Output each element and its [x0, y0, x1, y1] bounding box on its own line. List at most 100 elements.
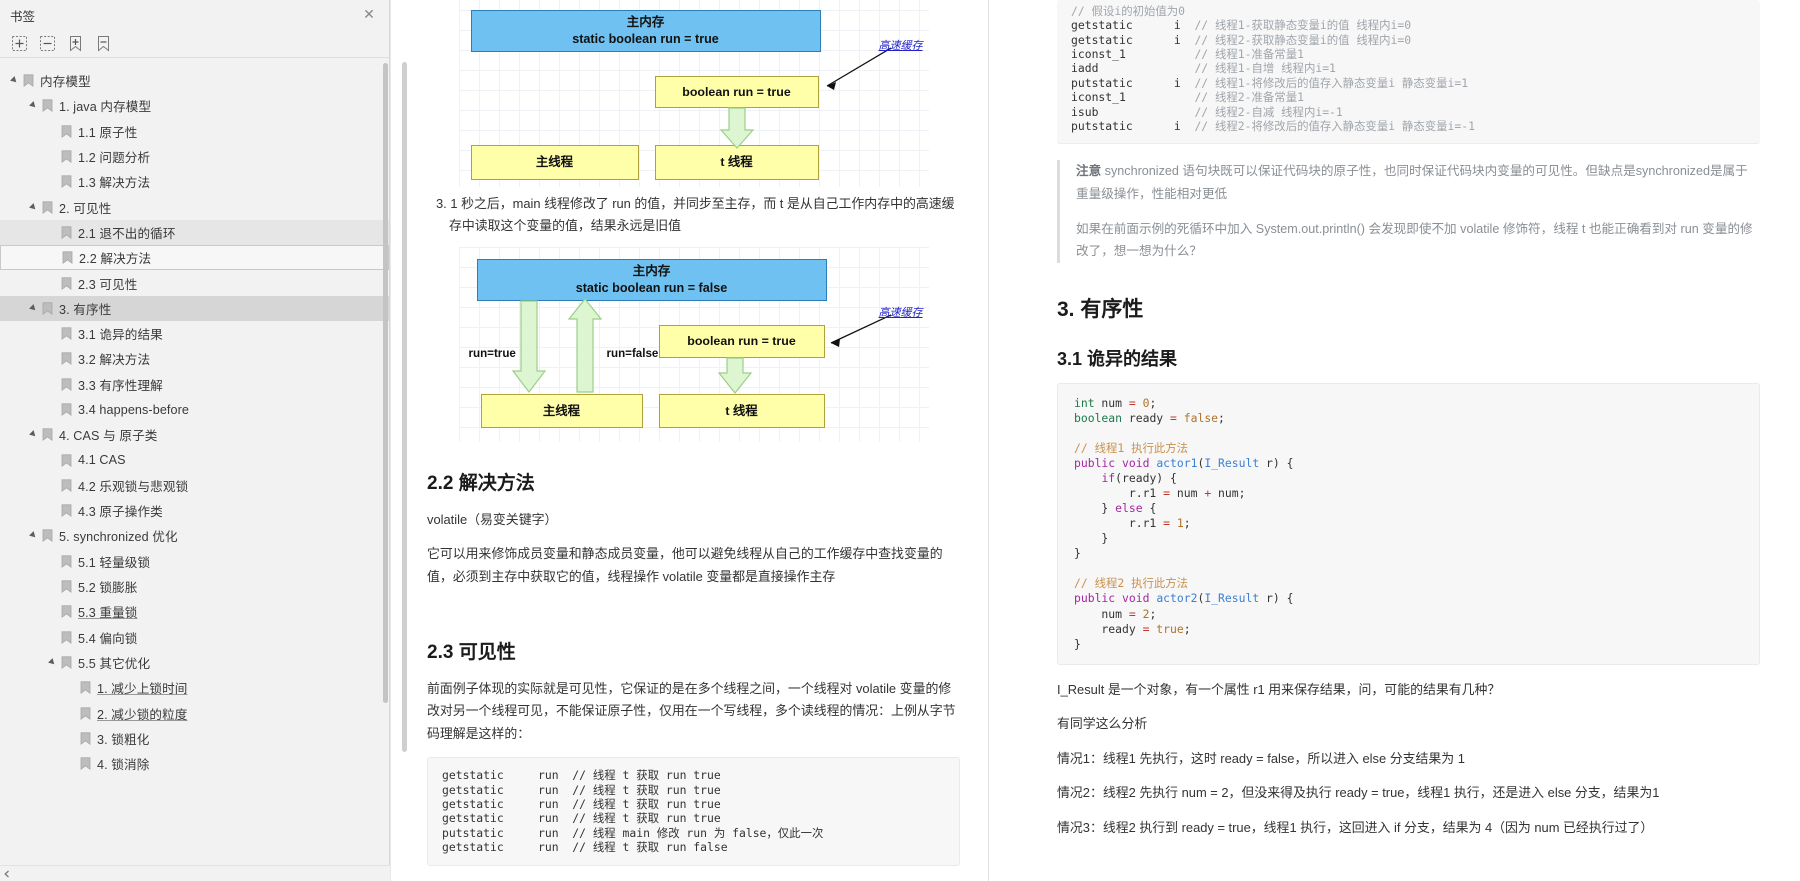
bookmark-item-label: 3.1 诡异的结果: [78, 328, 163, 343]
bookmark-icon: [60, 352, 73, 366]
bookmark-icon: [60, 225, 73, 239]
bookmark-item-label: 1. 减少上锁时间: [97, 682, 188, 697]
bookmark-item-6[interactable]: 2.1 退不出的循环: [0, 219, 389, 246]
bookmark-item-label: 5.4 偏向锁: [78, 631, 138, 646]
bookmark-item-8[interactable]: 2.3 可见性: [0, 270, 389, 295]
caret-spacer: [46, 454, 58, 466]
heading-3: 3. 有序性: [1057, 297, 1144, 321]
bookmark-item-25[interactable]: 2. 减少锁的粒度: [0, 700, 389, 725]
bookmark-item-22[interactable]: 5.4 偏向锁: [0, 625, 389, 650]
bookmark-item-label: 4. CAS 与 原子类: [59, 429, 158, 444]
expand-all-icon[interactable]: [8, 33, 30, 55]
diagram1-cache-label: 高速缓存: [878, 40, 923, 52]
paragraph-volatile: volatile（易变关键字）: [427, 511, 558, 527]
bookmark-item-2[interactable]: 1.1 原子性: [0, 119, 389, 144]
bookmark-icon: [41, 301, 54, 315]
bookmark-item-label: 3.2 解决方法: [78, 353, 151, 368]
heading-3-1: 3.1 诡异的结果: [1057, 348, 1178, 369]
caret-spacer: [46, 631, 58, 643]
paragraph-case-3: 情况3：线程2 执行到 ready = true，线程1 执行，这回进入 if …: [1057, 819, 1654, 835]
bookmark-item-14[interactable]: 4. CAS 与 原子类: [0, 422, 389, 447]
close-icon[interactable]: ✕: [361, 6, 377, 22]
collapse-all-icon[interactable]: [36, 33, 58, 55]
caret-spacer: [46, 581, 58, 593]
caret-spacer: [46, 378, 58, 390]
paragraph-volatile-desc: 它可以用来修饰成员变量和静态成员变量，他可以避免线程从自己的工作缓存中查找变量的…: [427, 546, 943, 585]
bookmark-item-15[interactable]: 4.1 CAS: [0, 447, 389, 472]
document-column-left: 主内存 static boolean run = true boolean ru…: [390, 0, 990, 881]
bookmark-item-24[interactable]: 1. 减少上锁时间: [0, 675, 389, 700]
bookmark-item-9[interactable]: 3. 有序性: [0, 295, 389, 321]
bookmark-item-label: 3. 有序性: [59, 302, 112, 317]
bookmark-item-10[interactable]: 3.1 诡异的结果: [0, 321, 389, 346]
bookmark-item-23[interactable]: 5.5 其它优化: [0, 650, 389, 675]
sidebar-toolbar: [0, 30, 389, 58]
bookmark-item-18[interactable]: 5. synchronized 优化: [0, 523, 389, 548]
bookmark-item-label: 2. 减少锁的粒度: [97, 707, 188, 722]
app-root: 书签 ✕ 内存模型 1. java 内存模型 1.1 原子性 1.2 问题分析 …: [0, 0, 1800, 881]
remove-bookmark-icon[interactable]: [92, 33, 114, 55]
bookmark-item-label: 2.3 可见性: [78, 277, 138, 292]
chevron-down-icon[interactable]: [27, 100, 39, 112]
bookmark-item-4[interactable]: 1.3 解决方法: [0, 169, 389, 194]
caret-spacer: [46, 505, 58, 517]
bookmark-item-label: 2.2 解决方法: [79, 252, 152, 267]
code-block-bytecode-top-right: // 假设i的初始值为0 getstatic i // 线程1-获取静态变量i的…: [1057, 0, 1760, 145]
bookmark-item-11[interactable]: 3.2 解决方法: [0, 346, 389, 371]
bookmark-icon: [41, 529, 54, 543]
bookmark-tree[interactable]: 内存模型 1. java 内存模型 1.1 原子性 1.2 问题分析 1.3 解决方法 2…: [0, 60, 389, 865]
diagram2-arrows: [511, 297, 891, 394]
add-bookmark-icon[interactable]: [64, 33, 86, 55]
bookmark-icon: [22, 74, 35, 88]
caret-spacer: [65, 682, 77, 694]
chevron-down-icon[interactable]: [8, 75, 20, 87]
bookmark-item-7[interactable]: 2.2 解决方法: [0, 245, 389, 271]
bookmark-item-label: 1.2 问题分析: [78, 151, 151, 166]
chevron-down-icon[interactable]: [27, 201, 39, 213]
bookmark-item-label: 1.1 原子性: [78, 125, 138, 140]
bookmark-item-label: 4. 锁消除: [97, 758, 150, 773]
bookmark-icon: [60, 377, 73, 391]
bookmark-icon: [41, 428, 54, 442]
bookmark-icon: [60, 605, 73, 619]
chevron-down-icon[interactable]: [27, 302, 39, 314]
caret-spacer: [46, 151, 58, 163]
sidebar-horizontal-scrollbar[interactable]: [0, 865, 390, 881]
bookmark-item-17[interactable]: 4.3 原子操作类: [0, 498, 389, 523]
caret-spacer: [65, 758, 77, 770]
bookmark-item-16[interactable]: 4.2 乐观锁与悲观锁: [0, 473, 389, 498]
chevron-down-icon[interactable]: [27, 429, 39, 441]
caret-spacer: [46, 353, 58, 365]
caret-spacer: [46, 479, 58, 491]
note-blockquote: 注意 synchronized 语句块既可以保证代码块的原子性，也同时保证代码块…: [1057, 160, 1760, 263]
right-column-content: // 假设i的初始值为0 getstatic i // 线程1-获取静态变量i的…: [989, 0, 1800, 840]
paragraph-iresult: I_Result 是一个对象，有一个属性 r1 用来保存结果，问，可能的结果有几…: [1057, 681, 1501, 697]
bookmark-item-label: 3. 锁粗化: [97, 732, 150, 747]
caret-spacer: [65, 707, 77, 719]
caret-spacer: [46, 404, 58, 416]
paragraph-analysis-intro: 有同学这么分析: [1057, 716, 1148, 732]
bookmark-item-label: 4.1 CAS: [78, 453, 126, 468]
bookmark-item-12[interactable]: 3.3 有序性理解: [0, 372, 389, 397]
bookmark-item-21[interactable]: 5.3 重量锁: [0, 599, 389, 624]
bookmark-item-26[interactable]: 3. 锁粗化: [0, 726, 389, 751]
code-block-java-ordering: int num = 0; boolean ready = false; // 线…: [1057, 382, 1760, 665]
bookmark-item-20[interactable]: 5.2 锁膨胀: [0, 574, 389, 599]
left-column-scrollbar-thumb[interactable]: [402, 62, 407, 752]
bookmark-item-3[interactable]: 1.2 问题分析: [0, 144, 389, 169]
code-block-bytecode-left: getstatic run // 线程 t 获取 run true getsta…: [427, 757, 960, 866]
bookmark-icon: [60, 150, 73, 164]
chevron-down-icon[interactable]: [27, 530, 39, 542]
sidebar-scrollbar-thumb[interactable]: [383, 63, 388, 703]
bookmark-item-19[interactable]: 5.1 轻量级锁: [0, 549, 389, 574]
bookmark-item-27[interactable]: 4. 锁消除: [0, 751, 389, 776]
bookmarks-sidebar: 书签 ✕ 内存模型 1. java 内存模型 1.1 原子性 1.2 问题分析 …: [0, 0, 390, 881]
bookmark-item-label: 3.3 有序性理解: [78, 378, 163, 393]
bookmark-item-5[interactable]: 2. 可见性: [0, 194, 389, 219]
chevron-down-icon[interactable]: [46, 656, 58, 668]
bookmark-item-13[interactable]: 3.4 happens-before: [0, 397, 389, 422]
bookmark-icon: [79, 731, 92, 745]
bookmark-item-1[interactable]: 1. java 内存模型: [0, 93, 389, 118]
bookmark-item-0[interactable]: 内存模型: [0, 68, 389, 93]
paragraph-visibility: 前面例子体现的实际就是可见性，它保证的是在多个线程之间，一个线程对 volati…: [427, 680, 956, 741]
